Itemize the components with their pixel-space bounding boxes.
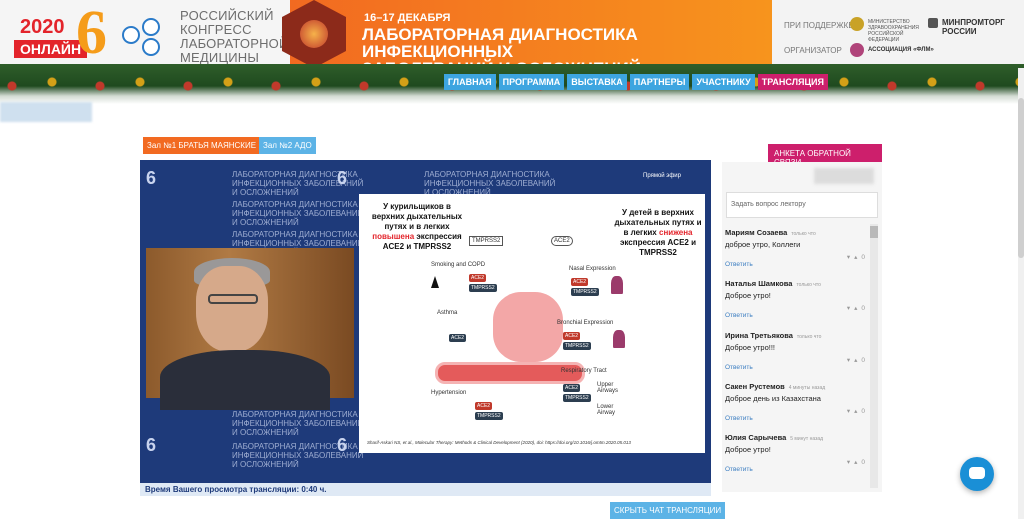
association-name: АССОЦИАЦИЯ «ФЛМ» bbox=[868, 47, 934, 53]
child-icon bbox=[611, 276, 623, 294]
ministry-name: МИНИСТЕРСТВО ЗДРАВООХРАНЕНИЯ РОССИЙСКОЙ … bbox=[868, 19, 919, 43]
hall-2-button[interactable]: Зал №2 АДО bbox=[259, 137, 316, 154]
lab-icon bbox=[142, 38, 160, 56]
reply-link[interactable]: Ответить bbox=[725, 312, 753, 319]
chat-message: Сакен Рустемов 4 минуты назад Доброе день… bbox=[725, 382, 869, 422]
chat-message: Ирина Третьякова только что Доброе утро!!… bbox=[725, 331, 869, 371]
ace2-diagram: TMPRSS2 ACE2 Smoking and COPD ACE2 TMPRS… bbox=[429, 232, 629, 432]
nav-exhibition[interactable]: ВЫСТАВКА bbox=[567, 74, 627, 90]
chat-fab-button[interactable] bbox=[960, 457, 994, 491]
like-count: 0 bbox=[861, 459, 869, 466]
presentation-slide: У курильщиков в верхних дыхательных путя… bbox=[359, 194, 705, 453]
child-icon bbox=[613, 330, 625, 348]
video-player[interactable]: 6 ЛАБОРАТОРНАЯ ДИАГНОСТИКА ИНФЕКЦИОННЫХ З… bbox=[140, 160, 711, 483]
chat-messages: Мариям Созаева только что доброе утро, Ко… bbox=[722, 222, 872, 490]
up-arrow-icon bbox=[431, 276, 439, 288]
watch-time-value: 0:40 ч. bbox=[301, 485, 327, 494]
ministry-emblem-icon bbox=[850, 17, 864, 31]
like-count: 0 bbox=[861, 357, 869, 364]
lab-icons bbox=[120, 18, 180, 58]
reply-link[interactable]: Ответить bbox=[725, 415, 753, 422]
nav-broadcast[interactable]: ТРАНСЛЯЦИЯ bbox=[757, 74, 828, 90]
chat-message: Наталья Шамкова только что Доброе утро! О… bbox=[725, 279, 869, 319]
bg-title-tile: ЛАБОРАТОРНАЯ ДИАГНОСТИКА ИНФЕКЦИОННЫХ ЗАБ… bbox=[424, 170, 556, 197]
bg-title-tile: ЛАБОРАТОРНАЯ ДИАГНОСТИКА ИНФЕКЦИОННЫХ ЗАБ… bbox=[232, 410, 364, 437]
like-count: 0 bbox=[861, 408, 869, 415]
logo-numeral: 6 bbox=[76, 0, 107, 67]
watch-time-bar: Время Вашего просмотра трансляции: 0:40 … bbox=[140, 483, 711, 496]
conference-banner: 16–17 ДЕКАБРЯ ЛАБОРАТОРНАЯ ДИАГНОСТИКА И… bbox=[282, 0, 772, 77]
slide-reference: Sharif-Askari NS, et al., Molecular Ther… bbox=[367, 440, 631, 445]
chat-scroll-thumb[interactable] bbox=[870, 226, 878, 238]
bg-logo-numeral: 6 bbox=[337, 435, 348, 455]
conference-date: 16–17 ДЕКАБРЯ bbox=[364, 12, 451, 24]
lab-icon bbox=[122, 26, 140, 44]
minprom-emblem-icon bbox=[928, 18, 938, 28]
nav-program[interactable]: ПРОГРАММА bbox=[498, 74, 565, 90]
association-emblem-icon bbox=[850, 43, 864, 57]
chat-scrollbar[interactable] bbox=[870, 224, 878, 488]
page-scroll-thumb[interactable] bbox=[1018, 98, 1024, 258]
watch-time-label: Время Вашего просмотра трансляции: bbox=[145, 485, 300, 494]
nav-home[interactable]: ГЛАВНАЯ bbox=[443, 74, 496, 90]
congress-logo[interactable]: 2020 ОНЛАЙН 6 РОССИЙСКИЙ КОНГРЕСС ЛАБОРА… bbox=[0, 0, 290, 68]
ask-question-input[interactable]: Задать вопрос лектору bbox=[726, 192, 878, 218]
feedback-survey-button[interactable]: АНКЕТА ОБРАТНОЙ СВЯЗИ bbox=[768, 144, 882, 167]
bg-title-tile: ЛАБОРАТОРНАЯ ДИАГНОСТИКА ИНФЕКЦИОННЫХ ЗАБ… bbox=[232, 200, 364, 227]
page-scrollbar[interactable] bbox=[1018, 68, 1024, 519]
lungs-icon bbox=[493, 292, 563, 362]
partners-block: ПРИ ПОДДЕРЖКЕ МИНИСТЕРСТВО ЗДРАВООХРАНЕН… bbox=[772, 0, 1024, 68]
bg-logo-numeral: 6 bbox=[146, 435, 157, 455]
live-label: Прямой эфир bbox=[643, 173, 681, 179]
reply-link[interactable]: Ответить bbox=[725, 261, 753, 268]
redacted-user-area bbox=[0, 102, 92, 122]
hall-1-button[interactable]: Зал №1 БРАТЬЯ МАЯНСКИЕ bbox=[143, 137, 261, 154]
reply-link[interactable]: Ответить bbox=[725, 364, 753, 371]
nav-partners[interactable]: ПАРТНЕРЫ bbox=[629, 74, 690, 90]
congress-name: РОССИЙСКИЙ КОНГРЕСС ЛАБОРАТОРНОЙ МЕДИЦИН… bbox=[180, 8, 289, 65]
main-nav: ГЛАВНАЯ ПРОГРАММА ВЫСТАВКА ПАРТНЕРЫ УЧАС… bbox=[443, 74, 828, 90]
support-label: ПРИ ПОДДЕРЖКЕ bbox=[784, 21, 854, 30]
chat-panel: Задать вопрос лектору Мариям Созаева толь… bbox=[722, 162, 882, 492]
lab-icon bbox=[142, 18, 160, 36]
bg-logo-numeral: 6 bbox=[337, 168, 348, 188]
speaker-camera bbox=[146, 248, 354, 410]
logo-year: 2020 bbox=[20, 16, 65, 38]
minprom-name: МИНПРОМТОРГ РОССИИ bbox=[942, 18, 1005, 36]
like-count: 0 bbox=[861, 254, 869, 261]
nav-participant[interactable]: УЧАСТНИКУ bbox=[692, 74, 755, 90]
virus-icon bbox=[282, 0, 346, 68]
redacted-area bbox=[814, 168, 874, 184]
site-header: 2020 ОНЛАЙН 6 РОССИЙСКИЙ КОНГРЕСС ЛАБОРА… bbox=[0, 0, 1024, 77]
like-count: 0 bbox=[861, 305, 869, 312]
reply-link[interactable]: Ответить bbox=[725, 466, 753, 473]
page: 2020 ОНЛАЙН 6 РОССИЙСКИЙ КОНГРЕСС ЛАБОРА… bbox=[0, 0, 1024, 519]
chat-message: Мариям Созаева только что доброе утро, Ко… bbox=[725, 228, 869, 268]
organizer-label: ОРГАНИЗАТОР bbox=[784, 46, 842, 55]
bg-logo-numeral: 6 bbox=[146, 168, 157, 188]
chat-message: Юлия Сарычева 5 минут назад Доброе утро! … bbox=[725, 433, 869, 473]
chat-bubble-icon bbox=[969, 467, 985, 479]
hide-chat-button[interactable]: СКРЫТЬ ЧАТ ТРАНСЛЯЦИИ bbox=[610, 502, 726, 519]
